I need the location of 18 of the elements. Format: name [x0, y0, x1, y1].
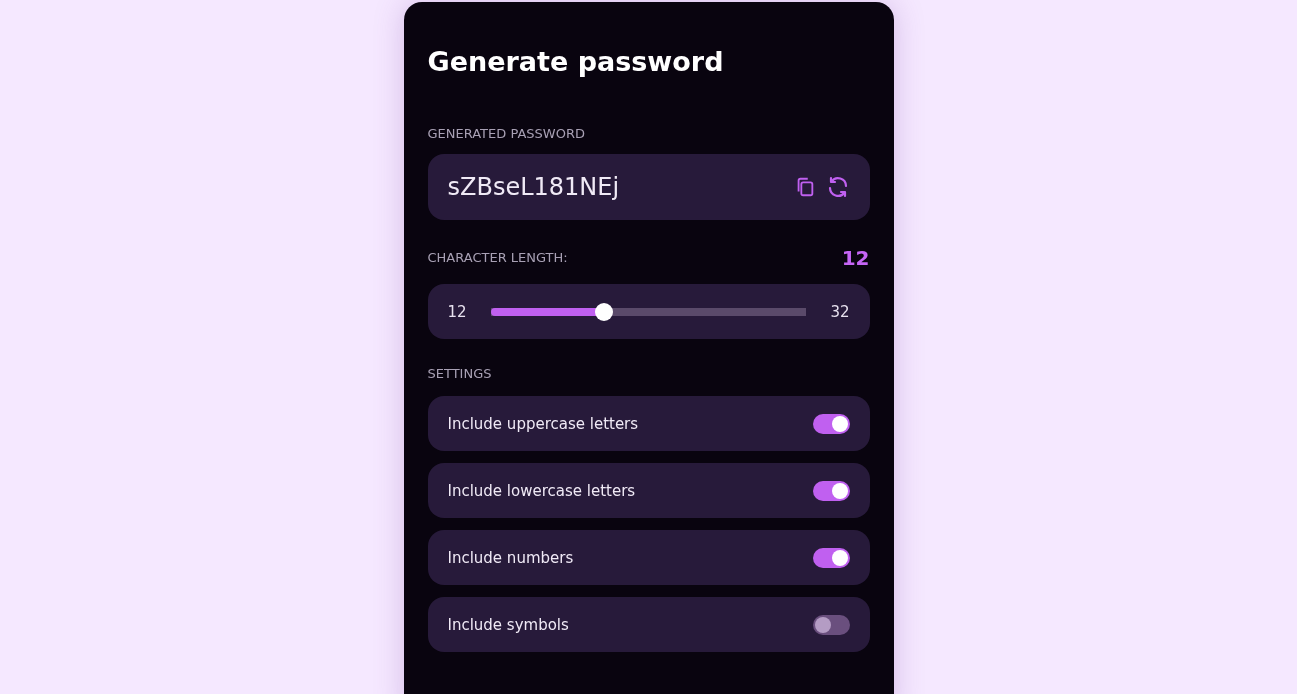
toggle-switch[interactable] — [812, 614, 850, 635]
toggle-switch[interactable] — [812, 547, 850, 568]
password-text: sZBseL181NEj — [447, 173, 620, 201]
toggle-switch[interactable] — [812, 480, 850, 501]
setting-label: Include uppercase letters — [447, 414, 639, 433]
toggle-switch[interactable] — [812, 413, 850, 434]
slider-max-label: 32 — [830, 302, 850, 321]
setting-label: Include numbers — [447, 548, 574, 567]
section-label: CHARACTER LENGTH: — [427, 249, 568, 267]
setting-label: Include lowercase letters — [447, 481, 636, 500]
section-label: GENERATED PASSWORD — [427, 125, 586, 143]
card-title: Generate password — [427, 45, 725, 79]
section-label: SETTINGS — [427, 365, 493, 383]
slider-min-label: 12 — [447, 302, 467, 321]
setting-label: Include symbols — [447, 615, 569, 634]
slider-thumb[interactable] — [594, 302, 613, 321]
length-value: 12 — [841, 246, 870, 270]
password-field[interactable]: sZBseL181NEj — [427, 154, 870, 220]
